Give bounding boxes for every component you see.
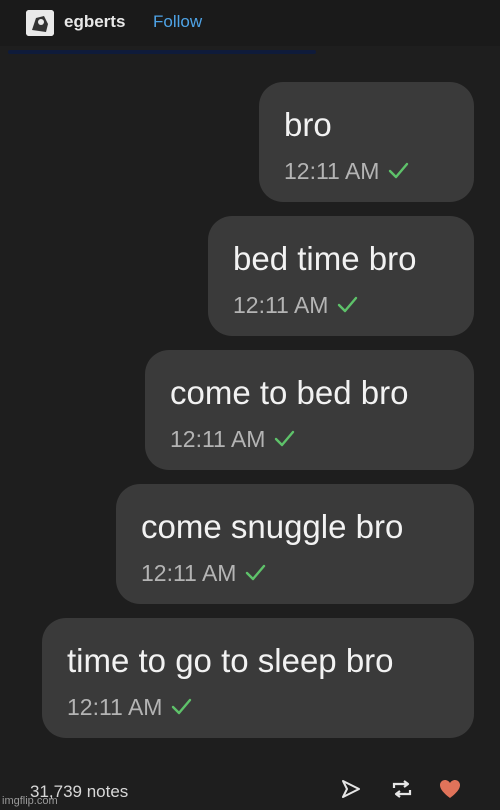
heart-icon[interactable] xyxy=(438,778,462,800)
message-time: 12:11 AM xyxy=(141,560,237,586)
message-time: 12:11 AM xyxy=(67,694,163,720)
check-icon xyxy=(245,564,266,581)
reblog-icon[interactable] xyxy=(390,778,414,800)
message-bubble: time to go to sleep bro 12:11 AM xyxy=(42,618,474,738)
follow-button[interactable]: Follow xyxy=(153,12,202,32)
message-bubble: bro 12:11 AM xyxy=(259,82,474,202)
check-icon xyxy=(274,430,295,447)
message-time: 12:11 AM xyxy=(284,158,380,184)
message-text: time to go to sleep bro xyxy=(67,642,394,679)
message-bubble: bed time bro 12:11 AM xyxy=(208,216,474,336)
check-icon xyxy=(171,698,192,715)
check-icon xyxy=(337,296,358,313)
watermark: imgflip.com xyxy=(2,795,58,807)
message-text: come snuggle bro xyxy=(141,508,404,545)
avatar[interactable] xyxy=(26,10,54,36)
message-text: bed time bro xyxy=(233,240,417,277)
message-time: 12:11 AM xyxy=(170,426,266,452)
message-bubble: come snuggle bro 12:11 AM xyxy=(116,484,474,604)
message-text: bro xyxy=(284,106,332,143)
message-bubble: come to bed bro 12:11 AM xyxy=(145,350,474,470)
username[interactable]: egberts xyxy=(64,12,125,32)
send-icon[interactable] xyxy=(340,778,362,800)
header-divider xyxy=(8,50,316,54)
message-time: 12:11 AM xyxy=(233,292,329,318)
post-footer: 31,739 notes imgflip.com xyxy=(0,760,500,810)
post-header: egberts Follow xyxy=(0,0,500,46)
check-icon xyxy=(388,162,409,179)
message-text: come to bed bro xyxy=(170,374,409,411)
